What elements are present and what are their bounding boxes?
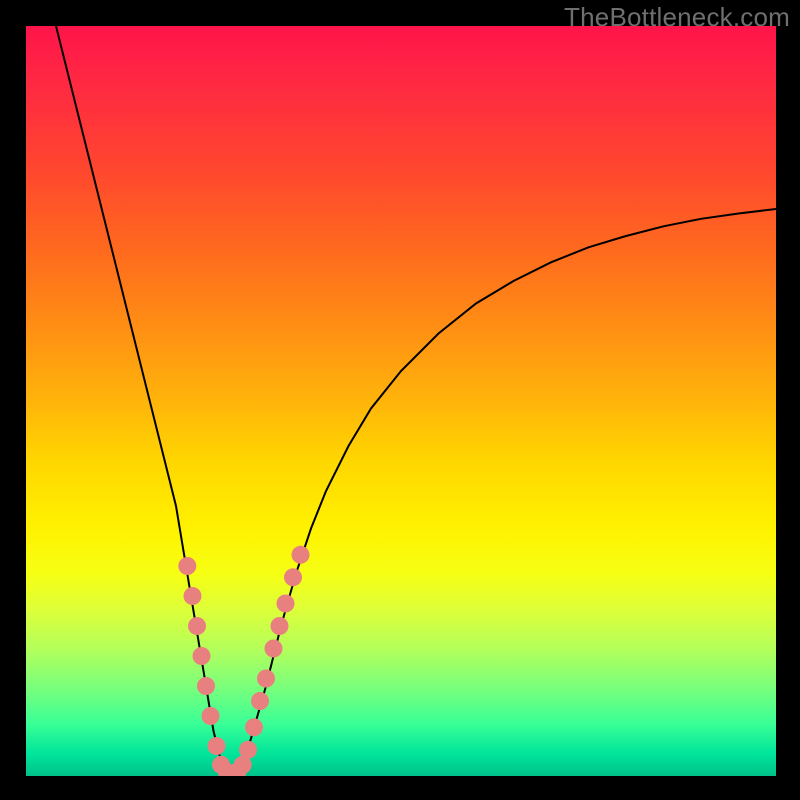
marker-dot (208, 737, 226, 755)
marker-dot (257, 670, 275, 688)
marker-dot (193, 647, 211, 665)
marker-dot (284, 568, 302, 586)
marker-dot (178, 557, 196, 575)
chart-frame (26, 26, 776, 776)
chart-svg (26, 26, 776, 776)
bottleneck-curve (56, 26, 776, 776)
marker-dot (239, 741, 257, 759)
marker-dot (292, 546, 310, 564)
watermark-text: TheBottleneck.com (564, 2, 790, 33)
marker-dot (265, 640, 283, 658)
marker-dot (245, 718, 263, 736)
marker-dots-group (178, 546, 309, 776)
marker-dot (184, 587, 202, 605)
marker-dot (197, 677, 215, 695)
marker-dot (277, 595, 295, 613)
marker-dot (188, 617, 206, 635)
marker-dot (271, 617, 289, 635)
marker-dot (202, 707, 220, 725)
marker-dot (251, 692, 269, 710)
